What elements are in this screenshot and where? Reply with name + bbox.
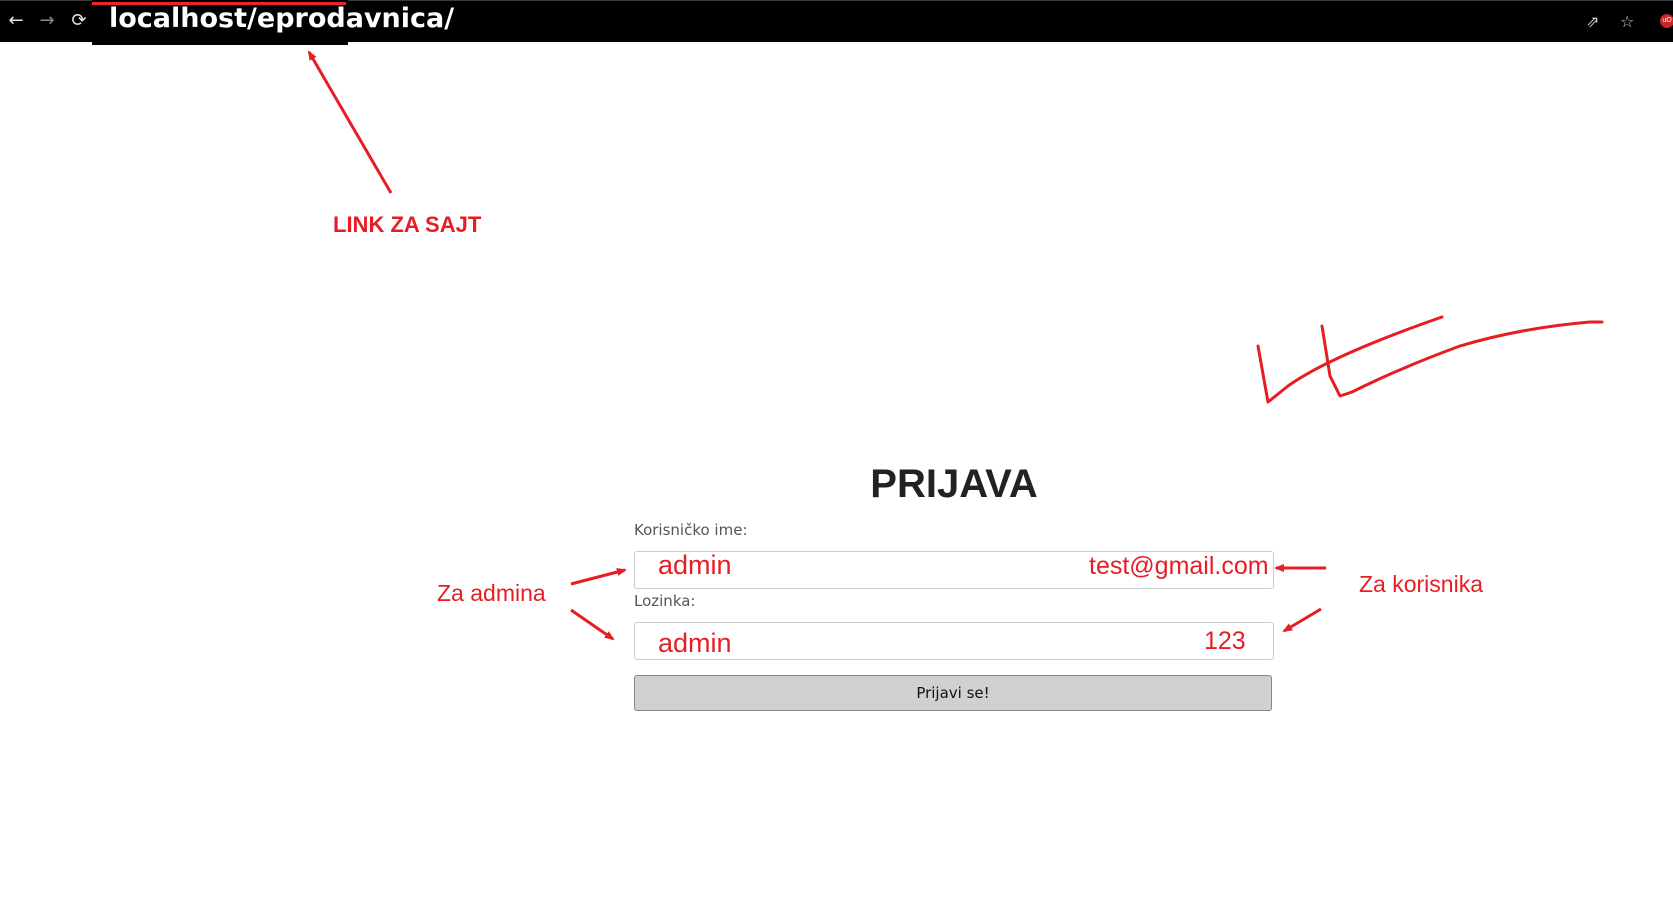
signature-scribble bbox=[1256, 315, 1604, 404]
password-label: Lozinka: bbox=[634, 592, 696, 610]
link-note: LINK ZA SAJT bbox=[333, 212, 482, 237]
share-icon[interactable]: ⇗ bbox=[1586, 12, 1599, 31]
user-username-note: test@gmail.com bbox=[1089, 552, 1269, 580]
user-password-note: 123 bbox=[1204, 627, 1246, 655]
forward-icon[interactable]: → bbox=[37, 11, 57, 31]
admin-username-arrow bbox=[570, 568, 627, 586]
page-title: PRIJAVA bbox=[870, 462, 1038, 506]
admin-note: Za admina bbox=[437, 580, 546, 606]
extension-icon[interactable]: uO bbox=[1660, 14, 1673, 28]
annotation-drawings bbox=[307, 50, 1604, 641]
login-button[interactable]: Prijavi se! bbox=[634, 675, 1272, 711]
admin-username-note: admin bbox=[658, 550, 732, 580]
admin-password-arrow bbox=[570, 608, 615, 641]
reload-icon[interactable]: ⟳ bbox=[69, 11, 89, 31]
admin-password-note: admin bbox=[658, 628, 732, 658]
star-icon[interactable]: ☆ bbox=[1620, 12, 1634, 31]
url-text[interactable]: localhost/eprodavnica/ bbox=[109, 3, 454, 34]
user-password-arrow bbox=[1282, 607, 1322, 633]
username-label: Korisničko ime: bbox=[634, 521, 748, 539]
link-arrow bbox=[307, 50, 393, 194]
back-icon[interactable]: ← bbox=[6, 11, 26, 31]
user-note: Za korisnika bbox=[1359, 571, 1483, 597]
